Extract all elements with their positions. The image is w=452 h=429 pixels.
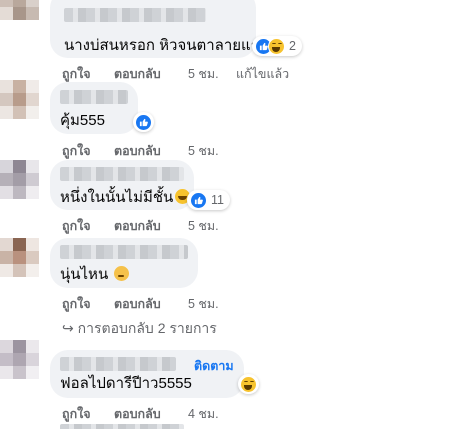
reply-link[interactable]: ตอบกลับ (114, 294, 161, 314)
avatar[interactable] (0, 340, 39, 379)
reaction-summary[interactable]: 2 (252, 36, 302, 56)
comment-actions: ถูกใจ ตอบกลับ 5 ชม. (62, 294, 362, 311)
like-link[interactable]: ถูกใจ (62, 64, 91, 84)
reaction-count: 11 (211, 193, 224, 207)
commenter-name[interactable] (60, 245, 188, 259)
avatar[interactable] (0, 0, 39, 32)
like-link[interactable]: ถูกใจ (62, 294, 91, 314)
timestamp[interactable]: 5 ชม. (188, 141, 219, 161)
reply-link[interactable]: ตอบกลับ (114, 64, 161, 84)
timestamp[interactable]: 5 ชม. (188, 216, 219, 236)
timestamp[interactable]: 5 ชม. (188, 294, 219, 314)
like-icon (190, 191, 207, 209)
comment-actions: ถูกใจ ตอบกลับ 5 ชม. แก้ไขแล้ว (62, 64, 442, 81)
haha-icon (268, 37, 285, 55)
comment-actions: ถูกใจ ตอบกลับ 5 ชม. (62, 141, 362, 158)
comment-text: นางบ่สนหรอก หิวจนตาลายแระ (64, 37, 267, 54)
comment-text: ฟอลไปดารีปีาว5555 (60, 375, 192, 392)
comment-text: หนึ่งในนั้นไม่มีชั้น (60, 189, 191, 207)
like-link[interactable]: ถูกใจ (62, 141, 91, 161)
comment-actions: ถูกใจ ตอบกลับ 5 ชม. (62, 216, 362, 233)
avatar[interactable] (0, 80, 39, 119)
commenter-name[interactable] (60, 357, 176, 371)
follow-button[interactable]: ติดตาม (194, 356, 234, 376)
view-replies-link[interactable]: ↪ การตอบกลับ 2 รายการ (62, 318, 217, 340)
avatar[interactable] (0, 238, 39, 277)
comment-text: นุ่นไหน (60, 266, 130, 284)
haha-icon (240, 375, 257, 393)
comment-text: คุ้ม555 (60, 112, 105, 129)
reply-link[interactable]: ตอบกลับ (114, 216, 161, 236)
commenter-name[interactable] (60, 90, 128, 104)
commenter-name[interactable] (60, 167, 184, 181)
comment-actions: ถูกใจ ตอบกลับ 4 ชม. (62, 404, 362, 421)
reaction-summary[interactable] (238, 374, 259, 394)
reaction-summary[interactable]: 11 (187, 190, 230, 210)
reply-link[interactable]: ตอบกลับ (114, 141, 161, 161)
commenter-name[interactable] (60, 424, 184, 429)
edited-label: แก้ไขแล้ว (236, 67, 290, 81)
like-icon (135, 113, 152, 131)
reaction-summary[interactable] (133, 112, 154, 132)
reply-link[interactable]: ตอบกลับ (114, 404, 161, 424)
reaction-count: 2 (289, 39, 296, 53)
like-link[interactable]: ถูกใจ (62, 216, 91, 236)
timestamp[interactable]: 5 ชม. (188, 64, 219, 84)
commenter-name[interactable] (64, 8, 206, 22)
like-link[interactable]: ถูกใจ (62, 404, 91, 424)
avatar[interactable] (0, 160, 39, 199)
timestamp[interactable]: 4 ชม. (188, 404, 219, 424)
thinking-face-icon (114, 266, 130, 281)
